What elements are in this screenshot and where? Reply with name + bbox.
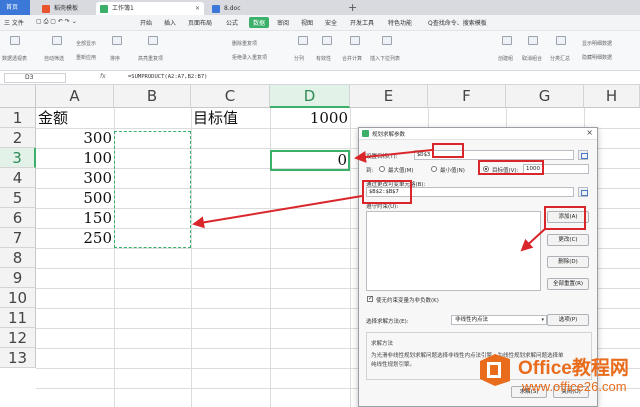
arrow-to-constraints (520, 227, 547, 252)
arrow-to-d3 (354, 149, 433, 163)
watermark-url: www.office26.com (522, 379, 627, 394)
site-watermark: Office教程网 www.office26.com (472, 345, 640, 407)
arrow-to-b-range (192, 195, 363, 229)
spreadsheet-app-window: 首页 稻壳模板 工作簿1 ✕ 8.doc + 三 文件 ▢ ⎙ ▢ ↶ ↷ ⌄ … (0, 0, 640, 407)
watermark-title: Office教程网 (518, 358, 629, 379)
office-logo-icon (480, 354, 510, 386)
